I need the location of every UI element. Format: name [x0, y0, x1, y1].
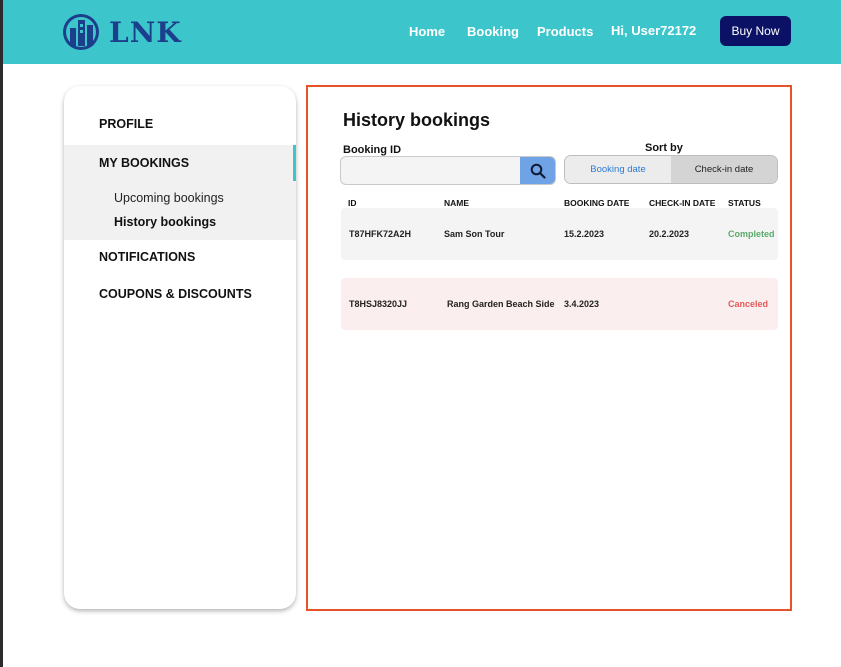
- row-checkin-date: 20.2.2023: [649, 229, 690, 239]
- sidebar-item-my-bookings[interactable]: MY BOOKINGS: [99, 156, 189, 170]
- booking-id-search: [340, 156, 556, 185]
- sort-by-booking-date[interactable]: Booking date: [565, 156, 671, 183]
- row-id: T8HSJ8320JJ: [349, 299, 408, 309]
- row-booking-date: 3.4.2023: [564, 299, 600, 309]
- search-button[interactable]: [520, 157, 555, 184]
- building-logo-icon: [63, 14, 99, 50]
- table-row[interactable]: T8HSJ8320JJ Rang Garden Beach Side 3.4.2…: [341, 278, 778, 330]
- sidebar-subitem-history[interactable]: History bookings: [114, 215, 216, 229]
- column-header-id: ID: [348, 198, 357, 208]
- sort-by-label: Sort by: [645, 142, 683, 154]
- sidebar-item-coupons[interactable]: COUPONS & DISCOUNTS: [99, 287, 252, 301]
- booking-id-label: Booking ID: [343, 144, 402, 156]
- buy-now-button[interactable]: Buy Now: [720, 16, 791, 46]
- active-section-marker: [293, 145, 296, 181]
- sidebar-item-profile[interactable]: PROFILE: [99, 117, 153, 131]
- row-id: T87HFK72A2H: [349, 229, 412, 239]
- page-title: History bookings: [343, 110, 491, 130]
- column-header-name: NAME: [444, 198, 470, 208]
- history-bookings-panel: History bookings Booking ID Sort by Book…: [306, 85, 792, 611]
- user-greeting[interactable]: Hi, User72172: [611, 23, 696, 38]
- logo[interactable]: LNK: [61, 12, 182, 52]
- row-booking-date: 15.2.2023: [564, 229, 605, 239]
- brand-name: LNK: [109, 15, 182, 49]
- sidebar-subitem-upcoming[interactable]: Upcoming bookings: [114, 191, 224, 205]
- sort-by-checkin-date[interactable]: Check-in date: [671, 156, 777, 183]
- nav-booking[interactable]: Booking: [467, 24, 519, 39]
- row-name: Rang Garden Beach Side: [447, 299, 555, 309]
- search-icon: [530, 163, 546, 179]
- nav-home[interactable]: Home: [409, 24, 445, 39]
- column-header-status: STATUS: [728, 198, 761, 208]
- nav-products[interactable]: Products: [537, 24, 593, 39]
- table-row[interactable]: T87HFK72A2H Sam Son Tour 15.2.2023 20.2.…: [341, 208, 778, 260]
- sort-toggle: Booking date Check-in date: [564, 155, 778, 184]
- top-navbar: LNK Home Booking Products Hi, User72172 …: [3, 0, 841, 64]
- window-edge: [0, 0, 3, 667]
- column-header-booking-date: BOOKING DATE: [564, 198, 630, 208]
- status-badge: Canceled: [728, 299, 769, 309]
- account-sidebar: PROFILE MY BOOKINGS Upcoming bookings Hi…: [64, 86, 296, 609]
- column-header-checkin-date: CHECK-IN DATE: [649, 198, 716, 208]
- booking-id-input[interactable]: [341, 157, 517, 184]
- row-name: Sam Son Tour: [444, 229, 505, 239]
- status-badge: Completed: [728, 229, 775, 239]
- sidebar-item-notifications[interactable]: NOTIFICATIONS: [99, 250, 195, 264]
